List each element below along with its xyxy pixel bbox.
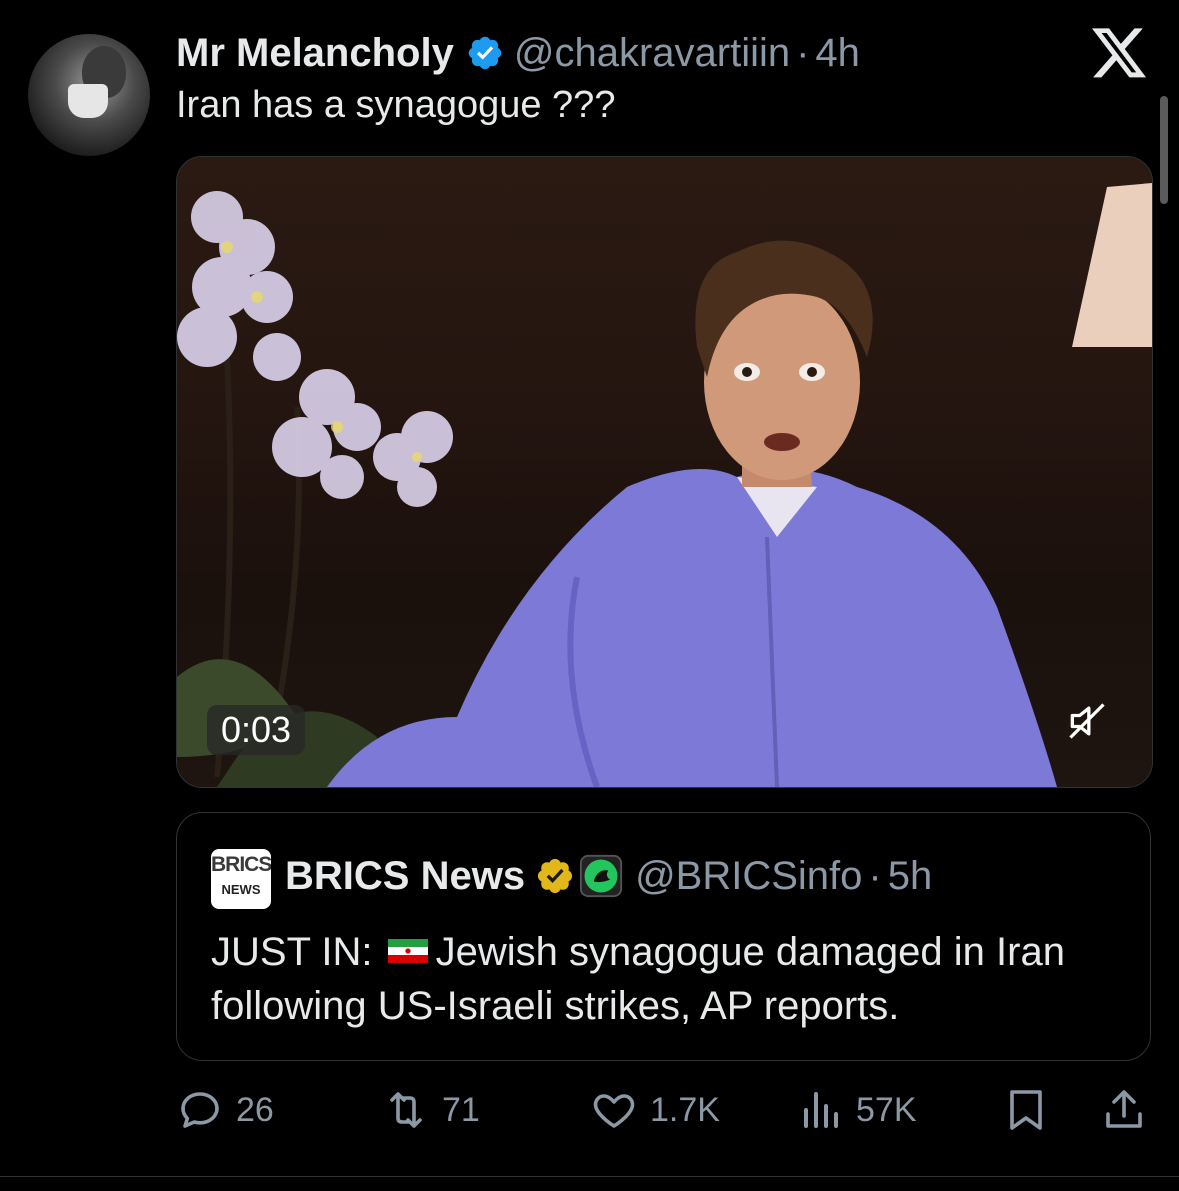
- quoted-separator-dot: ·: [868, 853, 882, 898]
- repost-count: 71: [442, 1090, 480, 1129]
- like-count: 1.7K: [650, 1090, 720, 1129]
- post-divider: [0, 1176, 1179, 1177]
- mute-icon[interactable]: [1065, 699, 1109, 743]
- quoted-post-text: JUST IN: Jewish synagogue damaged in Ira…: [211, 925, 1131, 1033]
- quoted-author-avatar[interactable]: BRICS NEWS: [211, 849, 271, 909]
- author-name[interactable]: Mr Melancholy: [176, 31, 454, 76]
- views-count: 57K: [856, 1090, 917, 1129]
- views-button[interactable]: 57K: [796, 1080, 917, 1140]
- quoted-avatar-text-bottom: NEWS: [221, 882, 261, 897]
- post-text: Iran has a synagogue ???: [176, 84, 616, 126]
- like-button[interactable]: 1.7K: [590, 1080, 720, 1140]
- repost-button[interactable]: 71: [382, 1080, 480, 1140]
- share-button[interactable]: [1100, 1080, 1160, 1140]
- quoted-author-handle[interactable]: @BRICSinfo: [635, 854, 862, 899]
- post-actions: 26 71 1.7K 57K: [176, 1080, 1151, 1140]
- video-duration: 0:03: [207, 705, 306, 755]
- views-icon: [804, 1092, 838, 1128]
- quoted-post-time[interactable]: 5h: [888, 854, 933, 899]
- bookmark-icon: [1010, 1090, 1042, 1130]
- gold-verified-badge-icon: [537, 858, 573, 894]
- x-logo[interactable]: [1092, 28, 1148, 80]
- quoted-text-prefix: JUST IN:: [211, 930, 373, 974]
- like-icon: [593, 1094, 635, 1128]
- post-header: Mr Melancholy @chakravartiiin · 4h: [176, 28, 860, 78]
- quoted-author-name[interactable]: BRICS News: [285, 854, 525, 899]
- author-avatar[interactable]: [28, 34, 150, 156]
- video-frame-illustration: [177, 183, 1152, 787]
- reply-button[interactable]: 26: [176, 1080, 274, 1140]
- post-time[interactable]: 4h: [815, 31, 860, 76]
- separator-dot: ·: [796, 30, 810, 75]
- quoted-avatar-text-top: BRICS: [211, 853, 271, 876]
- iran-flag-icon: [387, 939, 428, 964]
- share-icon: [1106, 1090, 1142, 1128]
- reply-count: 26: [236, 1090, 274, 1129]
- verified-badge-icon: [468, 36, 502, 70]
- repost-icon: [390, 1092, 422, 1128]
- affiliate-badge-icon: [579, 854, 623, 898]
- quoted-post-header: BRICS News @BRICSinfo · 5h: [285, 851, 932, 901]
- author-handle[interactable]: @chakravartiiin: [514, 31, 790, 76]
- quoted-post[interactable]: BRICS NEWS BRICS News @BRICSinfo · 5h JU…: [176, 812, 1151, 1061]
- bookmark-button[interactable]: [1002, 1080, 1062, 1140]
- scrollbar[interactable]: [1160, 96, 1168, 204]
- video-player[interactable]: 0:03: [176, 156, 1153, 788]
- reply-icon: [181, 1092, 219, 1128]
